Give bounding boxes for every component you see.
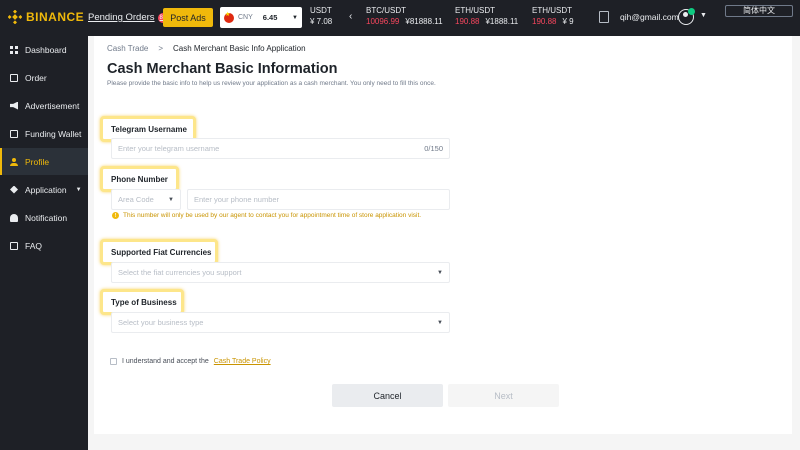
grid-icon	[10, 45, 18, 54]
sidebar-item-label: Advertisement	[25, 100, 80, 111]
binance-logo-icon	[8, 10, 22, 24]
area-code-placeholder: Area Code	[118, 195, 154, 204]
chevron-down-icon: ▼	[292, 14, 298, 21]
chevron-left-icon[interactable]: ‹	[349, 11, 352, 22]
user-icon	[10, 157, 18, 166]
wallet-icon	[10, 129, 18, 138]
top-navigation-bar: BINANCE Pending Orders 87 Post Ads CNY 6…	[0, 0, 800, 36]
user-email[interactable]: qih@gmail.com	[620, 12, 679, 22]
china-flag-icon	[224, 11, 234, 23]
application-icon	[10, 185, 18, 194]
phone-number-placeholder: Enter your phone number	[194, 195, 280, 204]
sidebar-item-advertisement[interactable]: Advertisement	[0, 92, 88, 119]
sidebar-item-label: Dashboard	[25, 44, 67, 55]
ticker-btc-usdt[interactable]: BTC/USDT 10096.99 ¥81888.11	[366, 5, 443, 27]
phone-hint: ! This number will only be used by our a…	[112, 212, 421, 219]
agree-text: I understand and accept the	[122, 358, 209, 365]
chevron-down-icon: ▼	[437, 319, 443, 326]
ticker-eth-usdt[interactable]: ETH/USDT 190.88 ¥1888.11	[455, 5, 518, 27]
business-type-placeholder: Select your business type	[118, 318, 204, 327]
sidebar-item-dashboard[interactable]: Dashboard	[0, 36, 88, 63]
ticker-price: 190.88	[532, 17, 557, 26]
main-content-panel	[94, 36, 792, 434]
chevron-down-icon: ▼	[168, 196, 174, 203]
telegram-username-input[interactable]: Enter your telegram username 0/150	[111, 138, 450, 159]
document-icon	[10, 73, 18, 82]
sidebar-item-label: Notification	[25, 212, 68, 223]
ticker-pair: USDT	[310, 6, 332, 15]
ticker-pair: ETH/USDT	[455, 6, 495, 15]
post-ads-button[interactable]: Post Ads	[163, 8, 213, 27]
telegram-username-placeholder: Enter your telegram username	[118, 144, 220, 153]
binance-logo[interactable]: BINANCE	[8, 10, 84, 24]
character-counter: 0/150	[424, 144, 443, 153]
ticker-value: ¥ 7.08	[310, 17, 333, 26]
sidebar-item-application[interactable]: Application ▼	[0, 176, 88, 203]
chevron-down-icon[interactable]: ▼	[700, 12, 707, 19]
sidebar-item-profile[interactable]: Profile	[0, 148, 88, 175]
policy-agreement: I understand and accept the Cash Trade P…	[110, 358, 271, 365]
ticker-pair: ETH/USDT	[532, 6, 572, 15]
ticker-pair: BTC/USDT	[366, 6, 406, 15]
sidebar-item-funding-wallet[interactable]: Funding Wallet	[0, 120, 88, 147]
fiat-currencies-placeholder: Select the fiat currencies you support	[118, 268, 242, 277]
ticker-price: 190.88	[455, 17, 480, 26]
orders-document-icon[interactable]	[599, 11, 609, 23]
logo-text: BINANCE	[26, 10, 85, 24]
currency-rate: 6.45	[262, 13, 278, 22]
sidebar-item-label: Application	[25, 184, 67, 195]
sidebar: Dashboard Order Advertisement Funding Wa…	[0, 36, 88, 450]
currency-code: CNY	[238, 14, 253, 21]
cash-trade-policy-link[interactable]: Cash Trade Policy	[214, 358, 271, 365]
faq-icon	[10, 241, 18, 250]
breadcrumb: Cash Trade > Cash Merchant Basic Info Ap…	[107, 44, 306, 53]
breadcrumb-current: Cash Merchant Basic Info Application	[173, 44, 306, 53]
language-selector[interactable]: 简体中文	[725, 5, 793, 17]
ticker-value: ¥81888.11	[405, 17, 443, 26]
chevron-down-icon: ▼	[437, 269, 443, 276]
sidebar-item-notification[interactable]: Notification	[0, 204, 88, 231]
sidebar-item-label: Order	[25, 72, 47, 83]
breadcrumb-parent-link[interactable]: Cash Trade	[107, 44, 148, 53]
page-title: Cash Merchant Basic Information	[107, 61, 338, 77]
ticker-value: ¥1888.11	[485, 17, 519, 26]
sidebar-item-label: Funding Wallet	[25, 128, 82, 139]
area-code-select[interactable]: Area Code ▼	[111, 189, 181, 210]
agree-checkbox[interactable]	[110, 358, 117, 365]
ticker-price: 10096.99	[366, 17, 400, 26]
business-type-select[interactable]: Select your business type ▼	[111, 312, 450, 333]
info-icon: !	[112, 212, 119, 219]
currency-select[interactable]: CNY 6.45 ▼	[220, 7, 302, 28]
cancel-button[interactable]: Cancel	[332, 384, 443, 407]
megaphone-icon	[10, 101, 18, 110]
pending-orders-label: Pending Orders	[88, 12, 155, 23]
bell-icon	[10, 213, 18, 222]
phone-hint-text: This number will only be used by our age…	[123, 212, 422, 219]
chevron-down-icon: ▼	[75, 186, 82, 193]
sidebar-item-label: Profile	[25, 156, 50, 167]
next-button[interactable]: Next	[448, 384, 559, 407]
ticker-usdt[interactable]: USDT ¥ 7.08	[310, 5, 332, 27]
pending-orders-link[interactable]: Pending Orders 87	[88, 12, 169, 23]
sidebar-item-label: FAQ	[25, 240, 43, 251]
ticker-eth-usdt-2[interactable]: ETH/USDT 190.88 ¥ 9	[532, 5, 582, 27]
sidebar-item-order[interactable]: Order	[0, 64, 88, 91]
verified-badge-icon	[688, 8, 695, 15]
breadcrumb-separator: >	[158, 44, 164, 53]
ticker-value: ¥ 9	[562, 17, 574, 26]
phone-number-input[interactable]: Enter your phone number	[187, 189, 450, 210]
page-subtitle: Please provide the basic info to help us…	[107, 80, 436, 87]
fiat-currencies-select[interactable]: Select the fiat currencies you support ▼	[111, 262, 450, 283]
sidebar-item-faq[interactable]: FAQ	[0, 232, 88, 259]
